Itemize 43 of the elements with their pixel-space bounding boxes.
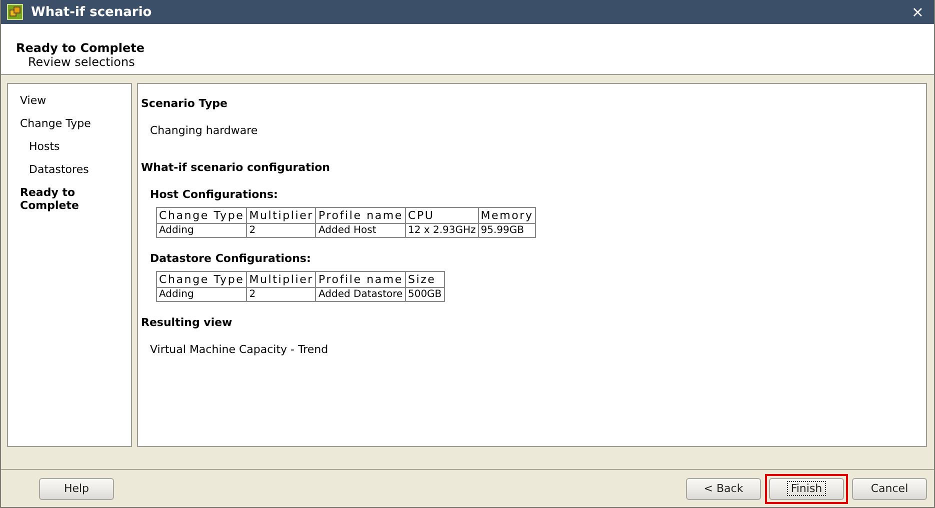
table-cell: Adding <box>156 288 247 302</box>
table-cell: 500GB <box>405 288 444 302</box>
subsection-heading: Host Configurations: <box>150 188 279 201</box>
section-text: Virtual Machine Capacity - Trend <box>150 343 330 356</box>
wizard-button[interactable]: < Back <box>686 478 761 500</box>
column-header: Profile name <box>316 208 406 224</box>
column-header: Multiplier <box>246 272 316 288</box>
subsection-heading: Datastore Configurations: <box>150 252 312 265</box>
table-cell: Added Datastore <box>316 288 406 302</box>
step-item[interactable]: Change Type <box>20 117 131 130</box>
app-icon <box>7 4 23 20</box>
table-cell: 95.99GB <box>478 224 536 238</box>
step-item[interactable]: Ready to Complete <box>20 186 90 212</box>
wizard-button[interactable]: Cancel <box>852 478 927 500</box>
focus-ring: Cancel <box>870 482 910 495</box>
help-button[interactable]: Help <box>39 478 114 500</box>
section-heading: Scenario Type <box>141 97 228 110</box>
column-header: Profile name <box>316 272 406 288</box>
table-cell: Adding <box>156 224 247 238</box>
section-heading: Resulting view <box>141 316 234 329</box>
focus-ring: < Back <box>702 482 744 495</box>
column-header: Memory <box>478 208 536 224</box>
table-cell: Added Host <box>316 224 406 238</box>
close-button[interactable]: × <box>907 3 928 21</box>
step-item[interactable]: Datastores <box>20 163 131 176</box>
focus-ring: Help <box>62 482 90 495</box>
column-header: CPU <box>405 208 478 224</box>
window-title: What-if scenario <box>31 4 153 20</box>
column-header: Multiplier <box>246 208 316 224</box>
table-cell: 2 <box>246 224 316 238</box>
column-header: Change Type <box>156 272 247 288</box>
focus-ring: Finish <box>788 482 826 495</box>
step-item[interactable]: View <box>20 94 131 107</box>
section-heading: What-if scenario configuration <box>141 161 331 174</box>
section-text: Changing hardware <box>150 124 259 137</box>
column-header: Change Type <box>156 208 247 224</box>
column-header: Size <box>405 272 444 288</box>
page-title: Ready to Complete <box>16 41 146 55</box>
page-subtitle: Review selections <box>28 55 136 69</box>
table-cell: 12 x 2.93GHz <box>405 224 478 238</box>
wizard-button[interactable]: Finish <box>769 478 844 500</box>
step-item[interactable]: Hosts <box>20 140 131 153</box>
table-cell: 2 <box>246 288 316 302</box>
